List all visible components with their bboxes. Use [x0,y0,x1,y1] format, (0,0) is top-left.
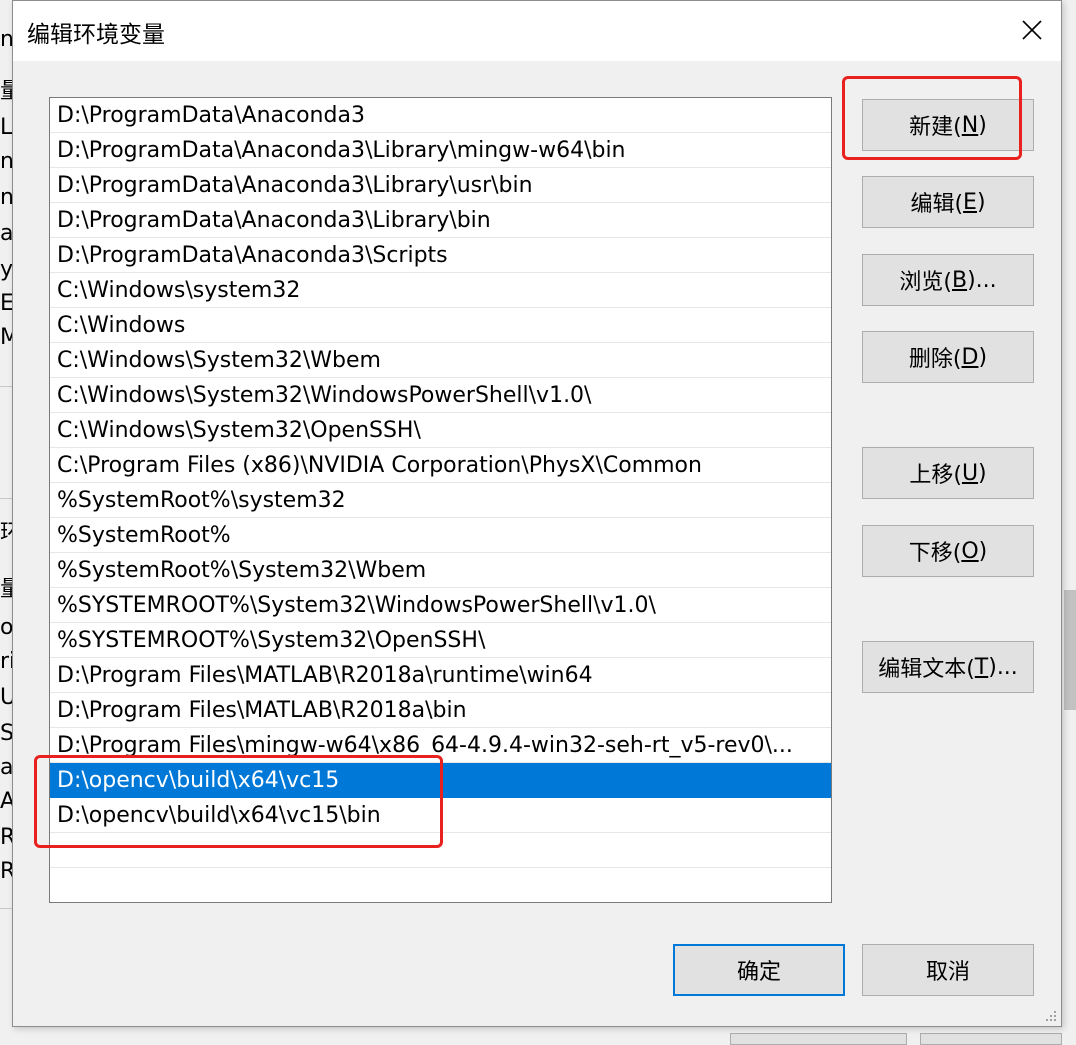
move-down-button-label-end: ) [978,538,988,564]
close-icon [1022,20,1042,40]
path-list[interactable]: D:\ProgramData\Anaconda3 D:\ProgramData\A… [49,97,832,903]
background-scrollbar-thumb[interactable] [1064,590,1076,710]
delete-button-label-end: ) [978,344,988,370]
move-down-button[interactable]: 下移(O) [862,525,1034,577]
list-item[interactable]: C:\Program Files (x86)\NVIDIA Corporatio… [50,448,831,483]
new-button-label: 新建( [909,115,962,140]
list-item[interactable]: D:\Program Files\mingw-w64\x86_64-4.9.4-… [50,728,831,763]
move-up-button-label: 上移( [909,463,962,488]
list-item[interactable]: %SystemRoot% [50,518,831,553]
move-down-button-label: 下移( [908,541,962,566]
new-button[interactable]: 新建(N) [862,99,1034,151]
move-up-button-accel: U [961,460,979,486]
list-item[interactable]: C:\Windows\System32\OpenSSH\ [50,413,831,448]
title-bar: 编辑环境变量 [13,1,1061,61]
list-item[interactable]: C:\Windows\System32\Wbem [50,343,831,378]
list-item[interactable]: %SystemRoot%\System32\Wbem [50,553,831,588]
dialog-title: 编辑环境变量 [27,22,165,48]
edit-button-accel: E [963,189,977,215]
list-item[interactable]: %SYSTEMROOT%\System32\OpenSSH\ [50,623,831,658]
list-item[interactable]: D:\opencv\build\x64\vc15\bin [50,798,831,833]
delete-button-accel: D [961,344,979,370]
list-item[interactable]: %SystemRoot%\system32 [50,483,831,518]
list-item[interactable]: D:\ProgramData\Anaconda3 [50,98,831,133]
move-down-button-accel: O [961,538,979,564]
list-item[interactable]: D:\ProgramData\Anaconda3\Library\mingw-w… [50,133,831,168]
new-button-accel: N [961,112,979,138]
background-button[interactable] [730,1033,907,1045]
edit-button[interactable]: 编辑(E) [862,176,1034,228]
close-button[interactable] [1009,7,1055,53]
list-item[interactable]: D:\ProgramData\Anaconda3\Library\usr\bin [50,168,831,203]
new-button-label-end: ) [978,112,987,138]
resize-grip-icon[interactable] [1043,1008,1057,1022]
move-up-button[interactable]: 上移(U) [862,447,1034,499]
ok-button-label: 确定 [736,960,781,985]
edit-text-button-accel: T [974,654,989,680]
edit-text-button-label: 编辑文本( [878,657,975,682]
list-item[interactable]: %SYSTEMROOT%\System32\WindowsPowerShell\… [50,588,831,623]
list-item[interactable]: D:\Program Files\MATLAB\R2018a\bin [50,693,831,728]
list-item-empty[interactable] [50,833,831,868]
cancel-button-label: 取消 [925,960,970,985]
edit-button-label-end: ) [976,189,986,215]
edit-button-label: 编辑( [910,192,964,217]
list-item[interactable]: C:\Windows\System32\WindowsPowerShell\v1… [50,378,831,413]
cancel-button[interactable]: 取消 [862,944,1034,996]
edit-text-button[interactable]: 编辑文本(T)... [862,641,1034,693]
list-item[interactable]: D:\ProgramData\Anaconda3\Library\bin [50,203,831,238]
list-item[interactable]: D:\Program Files\MATLAB\R2018a\runtime\w… [50,658,831,693]
list-item[interactable]: C:\Windows\system32 [50,273,831,308]
browse-button-label: 浏览( [899,270,952,295]
background-button[interactable] [920,1033,1062,1045]
list-item[interactable]: D:\opencv\build\x64\vc15 [50,763,831,798]
edit-env-var-dialog: 编辑环境变量 D:\ProgramData\Anaconda3 D:\Progra… [12,0,1062,1027]
ok-button[interactable]: 确定 [673,944,845,996]
delete-button[interactable]: 删除(D) [862,331,1034,383]
edit-text-button-label-end: )... [988,654,1018,680]
list-item[interactable]: D:\ProgramData\Anaconda3\Scripts [50,238,831,273]
delete-button-label: 删除( [908,347,962,372]
browse-button-accel: B [951,267,968,293]
browse-button-label-end: )... [967,267,997,293]
move-up-button-label-end: ) [978,460,987,486]
list-item[interactable]: C:\Windows [50,308,831,343]
browse-button[interactable]: 浏览(B)... [862,254,1034,306]
